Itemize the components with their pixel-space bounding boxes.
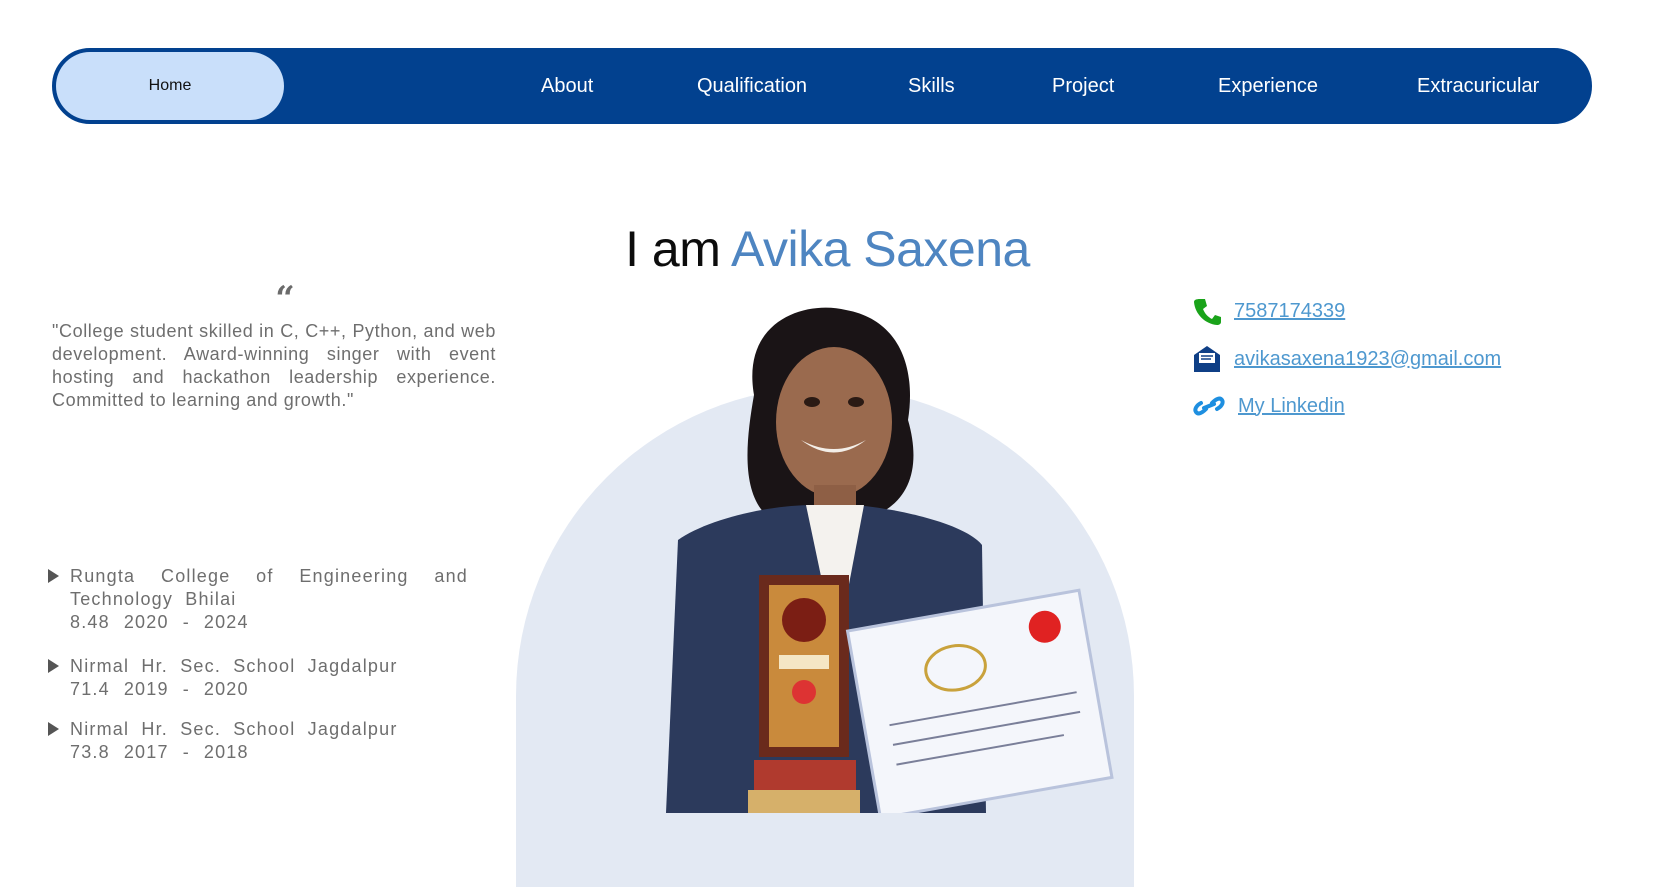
education-sep: - <box>182 679 190 699</box>
main-navbar: Home About Qualification Skills Project … <box>52 48 1592 124</box>
mail-icon <box>1194 346 1220 372</box>
education-score: 71.4 <box>70 679 110 699</box>
education-end: 2020 <box>203 679 249 699</box>
nav-skills[interactable]: Skills <box>908 50 955 122</box>
linkedin-link[interactable]: My Linkedin <box>1238 395 1345 418</box>
quote-icon: “ <box>275 279 295 319</box>
hero-name: Avika Saxena <box>731 221 1030 277</box>
contact-linkedin: My Linkedin <box>1192 391 1345 421</box>
education-item[interactable]: Nirmal Hr. Sec. School Jagdalpur 71.4 201… <box>48 655 468 701</box>
education-school: Nirmal Hr. Sec. School Jagdalpur <box>70 656 398 676</box>
contact-phone: 7587174339 <box>1192 296 1345 326</box>
contact-email: avikasaxena1923@gmail.com <box>1192 344 1501 374</box>
education-item[interactable]: Nirmal Hr. Sec. School Jagdalpur 73.8 201… <box>48 718 468 764</box>
caret-right-icon <box>48 659 59 673</box>
hero-prefix: I am <box>625 221 721 277</box>
caret-right-icon <box>48 722 59 736</box>
caret-right-icon <box>48 569 59 583</box>
nav-project[interactable]: Project <box>1052 50 1114 122</box>
education-start: 2019 <box>123 679 169 699</box>
hero-title: I am Avika Saxena <box>0 220 1655 278</box>
education-start: 2020 <box>123 612 169 632</box>
phone-icon <box>1194 299 1221 325</box>
education-item[interactable]: Rungta College of Engineering and Techno… <box>48 565 468 634</box>
education-sep: - <box>182 742 190 762</box>
education-meta: 73.8 2017-2018 <box>70 741 468 764</box>
nav-experience[interactable]: Experience <box>1218 50 1318 122</box>
email-link[interactable]: avikasaxena1923@gmail.com <box>1234 348 1501 371</box>
bio-quote: "College student skilled in C, C++, Pyth… <box>52 321 496 410</box>
education-end: 2018 <box>203 742 249 762</box>
nav-extracurricular[interactable]: Extracuricular <box>1417 50 1539 122</box>
phone-link[interactable]: 7587174339 <box>1234 300 1345 323</box>
education-school: Rungta College of Engineering and Techno… <box>70 566 468 609</box>
education-start: 2017 <box>123 742 169 762</box>
nav-home[interactable]: Home <box>56 52 284 120</box>
education-meta: 8.48 2020-2024 <box>70 611 468 634</box>
education-end: 2024 <box>203 612 249 632</box>
nav-about[interactable]: About <box>541 50 593 122</box>
link-icon <box>1193 396 1225 416</box>
education-sep: - <box>182 612 190 632</box>
education-school: Nirmal Hr. Sec. School Jagdalpur <box>70 719 398 739</box>
education-score: 8.48 <box>70 612 110 632</box>
nav-qualification[interactable]: Qualification <box>697 50 807 122</box>
profile-photo <box>516 300 1134 813</box>
education-meta: 71.4 2019-2020 <box>70 678 468 701</box>
education-score: 73.8 <box>70 742 110 762</box>
